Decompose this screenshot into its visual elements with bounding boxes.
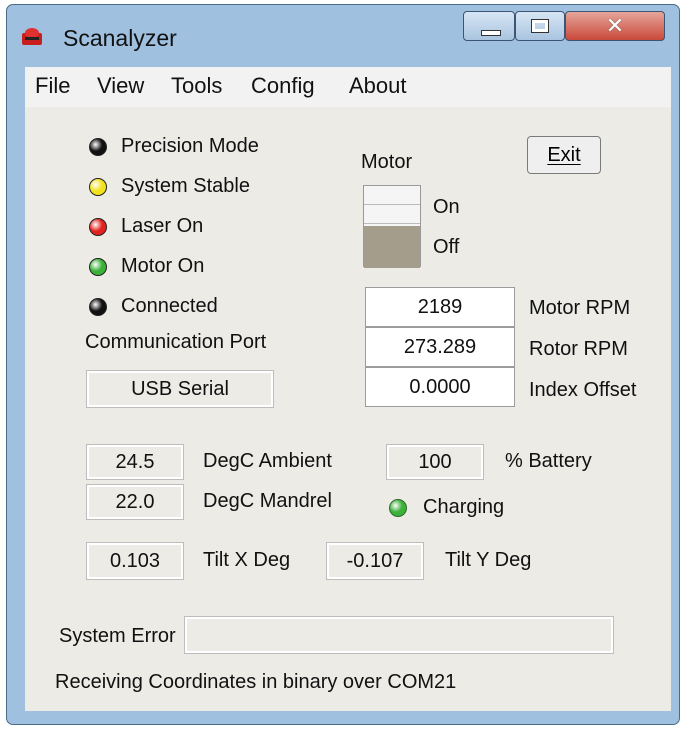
motor-rpm-label: Motor RPM <box>529 297 631 319</box>
motor-on-option-label: On <box>433 196 460 218</box>
ambient-temp-field[interactable]: 24.5 <box>86 444 184 480</box>
motor-off-option-label: Off <box>433 236 460 258</box>
index-offset-label: Index Offset <box>529 379 637 401</box>
menu-config[interactable]: Config <box>251 73 315 99</box>
exit-button[interactable]: Exit <box>527 136 601 174</box>
menu-file[interactable]: File <box>35 73 70 99</box>
index-offset-field[interactable]: 0.0000 <box>365 367 515 407</box>
menu-about[interactable]: About <box>349 73 407 99</box>
close-icon: ✕ <box>605 13 625 38</box>
menu-view[interactable]: View <box>97 73 144 99</box>
battery-label: % Battery <box>505 450 592 472</box>
tilt-x-label: Tilt X Deg <box>203 549 291 571</box>
laser-on-led <box>89 218 107 236</box>
system-stable-label: System Stable <box>121 175 250 197</box>
connected-led <box>89 298 107 316</box>
communication-port-label: Communication Port <box>85 331 267 353</box>
laser-on-label: Laser On <box>121 215 204 237</box>
app-window: Scanalyzer ✕ File View Tools Config Abou… <box>6 4 680 725</box>
tilt-y-label: Tilt Y Deg <box>445 549 532 571</box>
maximize-icon <box>531 19 549 33</box>
main-panel: Precision Mode System Stable Laser On Mo… <box>25 107 671 711</box>
tilt-x-field[interactable]: 0.103 <box>86 542 184 580</box>
system-error-label: System Error <box>59 625 176 647</box>
close-button[interactable]: ✕ <box>565 11 665 41</box>
motor-rpm-field[interactable]: 2189 <box>365 287 515 327</box>
maximize-button[interactable] <box>515 11 565 41</box>
window-title: Scanalyzer <box>63 25 177 51</box>
tilt-y-field[interactable]: -0.107 <box>326 542 424 580</box>
minimize-icon <box>481 30 501 36</box>
title-bar[interactable]: Scanalyzer ✕ <box>7 5 679 63</box>
rotor-rpm-label: Rotor RPM <box>529 338 628 360</box>
menu-tools[interactable]: Tools <box>171 73 222 99</box>
motor-toggle-on-segment[interactable] <box>364 186 420 224</box>
charging-led <box>389 499 407 517</box>
motor-on-label: Motor On <box>121 255 205 277</box>
connected-label: Connected <box>121 295 218 317</box>
precision-mode-label: Precision Mode <box>121 135 259 157</box>
menu-bar: File View Tools Config About <box>25 67 671 108</box>
mandrel-temp-label: DegC Mandrel <box>203 490 332 512</box>
charging-label: Charging <box>423 496 505 518</box>
system-error-field[interactable] <box>184 616 614 654</box>
battery-field[interactable]: 100 <box>386 444 484 480</box>
motor-toggle-switch[interactable] <box>363 185 421 268</box>
communication-port-field[interactable]: USB Serial <box>86 370 274 408</box>
minimize-button[interactable] <box>463 11 515 41</box>
ambient-temp-label: DegC Ambient <box>203 450 332 472</box>
system-stable-led <box>89 178 107 196</box>
status-message: Receiving Coordinates in binary over COM… <box>55 671 457 693</box>
mandrel-temp-field[interactable]: 22.0 <box>86 484 184 520</box>
motor-label: Motor <box>361 151 413 173</box>
motor-on-led <box>89 258 107 276</box>
rotor-rpm-field[interactable]: 273.289 <box>365 327 515 367</box>
motor-toggle-off-segment[interactable] <box>364 226 420 268</box>
precision-mode-led <box>89 138 107 156</box>
exit-button-label: Exit <box>547 144 581 166</box>
scanner-app-icon <box>22 28 42 45</box>
